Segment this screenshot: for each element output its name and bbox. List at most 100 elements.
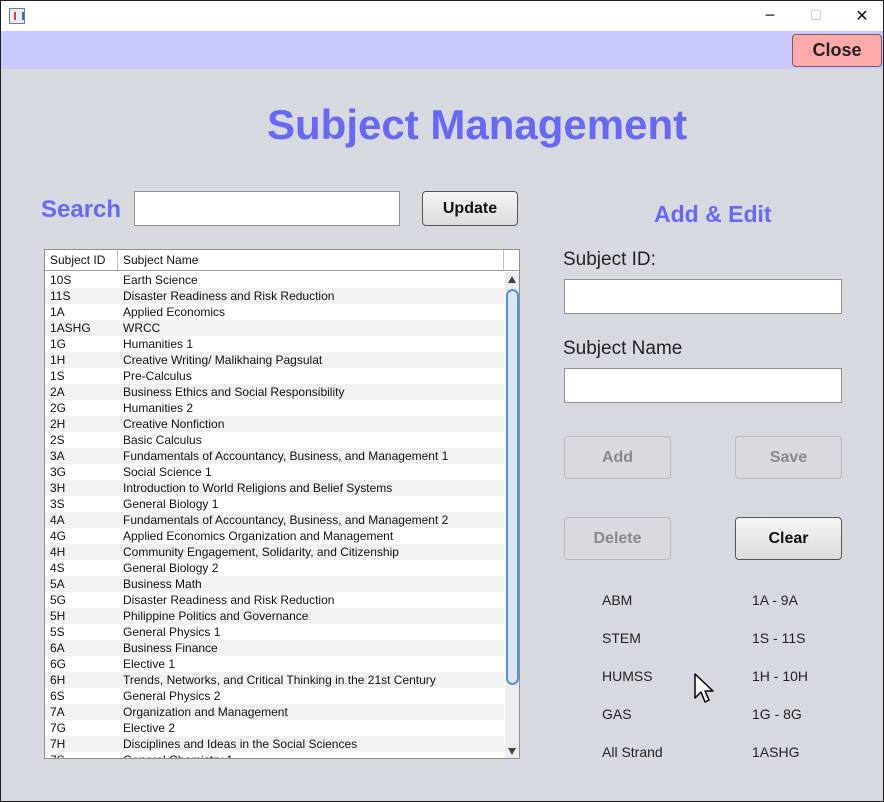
table-row[interactable]: 2H Creative Nonfiction bbox=[45, 416, 504, 432]
search-input[interactable] bbox=[134, 191, 400, 226]
legend-item: HUMSS 1H - 10H bbox=[601, 665, 851, 703]
subject-name-cell: Disaster Readiness and Risk Reduction bbox=[123, 289, 335, 303]
table-row[interactable]: 6S General Physics 2 bbox=[45, 688, 504, 704]
legend-item: STEM 1S - 11S bbox=[601, 627, 851, 665]
subject-name-cell: General Biology 2 bbox=[123, 561, 219, 575]
table-row[interactable]: 1A Applied Economics bbox=[45, 304, 504, 320]
table-row[interactable]: 6H Trends, Networks, and Critical Thinkin… bbox=[45, 672, 504, 688]
subject-id-cell: 7S bbox=[50, 753, 65, 758]
subject-name-cell: General Chemistry 1 bbox=[123, 753, 233, 758]
legend-strand: ABM bbox=[602, 592, 633, 608]
subject-id-cell: 1S bbox=[50, 369, 65, 383]
subject-id-cell: 5G bbox=[50, 593, 67, 607]
table-row[interactable]: 2G Humanities 2 bbox=[45, 400, 504, 416]
table-row[interactable]: 3H Introduction to World Religions and Be… bbox=[45, 480, 504, 496]
add-edit-heading: Add & Edit bbox=[654, 201, 772, 227]
subject-name-field[interactable] bbox=[564, 368, 842, 403]
table-row[interactable]: 1ASHG WRCC bbox=[45, 320, 504, 336]
java-icon bbox=[9, 8, 25, 24]
table-row[interactable]: 7H Disciplines and Ideas in the Social Sc… bbox=[45, 736, 504, 752]
table-row[interactable]: 10S Earth Science bbox=[45, 272, 504, 288]
subject-name-cell: Disciplines and Ideas in the Social Scie… bbox=[123, 737, 358, 751]
subject-name-cell: Basic Calculus bbox=[123, 433, 202, 447]
legend-range: 1H - 10H bbox=[752, 668, 809, 684]
table-row[interactable]: 1G Humanities 1 bbox=[45, 336, 504, 352]
table-row[interactable]: 5S General Physics 1 bbox=[45, 624, 504, 640]
table-row[interactable]: 4H Community Engagement, Solidarity, and … bbox=[45, 544, 504, 560]
column-header-subject-name[interactable]: Subject Name bbox=[118, 250, 504, 271]
subject-id-cell: 1H bbox=[50, 353, 66, 367]
table-row[interactable]: 11S Disaster Readiness and Risk Reduction bbox=[45, 288, 504, 304]
scroll-down-icon[interactable] bbox=[508, 748, 516, 755]
subject-name-cell: Philippine Politics and Governance bbox=[123, 609, 309, 623]
table-row[interactable]: 7G Elective 2 bbox=[45, 720, 504, 736]
table-row[interactable]: 5H Philippine Politics and Governance bbox=[45, 608, 504, 624]
legend-item: GAS 1G - 8G bbox=[601, 703, 851, 741]
legend-strand: GAS bbox=[602, 706, 632, 722]
subject-name-cell: Business Finance bbox=[123, 641, 218, 655]
column-header-subject-id[interactable]: Subject ID bbox=[45, 250, 118, 271]
subject-id-field[interactable] bbox=[564, 279, 842, 314]
table-row[interactable]: 3G Social Science 1 bbox=[45, 464, 504, 480]
table-row[interactable]: 1H Creative Writing/ Malikhaing Pagsulat bbox=[45, 352, 504, 368]
table-row[interactable]: 5G Disaster Readiness and Risk Reduction bbox=[45, 592, 504, 608]
table-row[interactable]: 3S General Biology 1 bbox=[45, 496, 504, 512]
legend-item: ABM 1A - 9A bbox=[601, 589, 851, 627]
delete-button[interactable]: Delete bbox=[564, 517, 671, 560]
table-row[interactable]: 6G Elective 1 bbox=[45, 656, 504, 672]
subject-id-cell: 11S bbox=[50, 289, 71, 303]
vertical-scrollbar[interactable] bbox=[505, 272, 519, 758]
window-close-button[interactable]: ✕ bbox=[839, 1, 884, 31]
legend-strand: STEM bbox=[602, 630, 641, 646]
table-row[interactable]: 4S General Biology 2 bbox=[45, 560, 504, 576]
subject-id-cell: 2S bbox=[50, 433, 65, 447]
subject-id-cell: 6G bbox=[50, 657, 67, 671]
subject-name-cell: Applied Economics bbox=[123, 305, 226, 319]
table-row[interactable]: 1S Pre-Calculus bbox=[45, 368, 504, 384]
subject-id-cell: 2A bbox=[50, 385, 65, 399]
subject-name-cell: Elective 2 bbox=[123, 721, 176, 735]
page-title: Subject Management bbox=[267, 101, 688, 148]
table-header: Subject ID Subject Name bbox=[45, 250, 519, 271]
table-row[interactable]: 7A Organization and Management bbox=[45, 704, 504, 720]
table-row[interactable]: 2S Basic Calculus bbox=[45, 432, 504, 448]
legend-range: 1S - 11S bbox=[752, 630, 806, 646]
subject-id-cell: 5H bbox=[50, 609, 66, 623]
top-bar: Close bbox=[1, 31, 883, 69]
legend-strand: All Strand bbox=[602, 744, 663, 760]
subject-id-label: Subject ID: bbox=[563, 249, 656, 270]
table-row[interactable]: 4A Fundamentals of Accountancy, Business,… bbox=[45, 512, 504, 528]
scroll-up-icon[interactable] bbox=[508, 276, 516, 283]
subject-name-cell: Business Math bbox=[123, 577, 202, 591]
subject-name-cell: Earth Science bbox=[123, 273, 198, 287]
table-row[interactable]: 7S General Chemistry 1 bbox=[45, 752, 504, 758]
table-row[interactable]: 5A Business Math bbox=[45, 576, 504, 592]
subject-id-cell: 2H bbox=[50, 417, 66, 431]
subject-id-cell: 2G bbox=[50, 401, 67, 415]
subject-table[interactable]: Subject ID Subject Name 10S Earth Science… bbox=[44, 249, 520, 759]
subject-id-cell: 4G bbox=[50, 529, 67, 543]
close-button[interactable]: Close bbox=[792, 34, 882, 67]
subject-id-cell: 3A bbox=[50, 449, 65, 463]
subject-id-cell: 5A bbox=[50, 577, 65, 591]
update-button[interactable]: Update bbox=[422, 191, 518, 226]
clear-button[interactable]: Clear bbox=[735, 517, 842, 560]
scroll-thumb[interactable] bbox=[506, 289, 519, 685]
table-row[interactable]: 3A Fundamentals of Accountancy, Business,… bbox=[45, 448, 504, 464]
table-row[interactable]: 6A Business Finance bbox=[45, 640, 504, 656]
save-button[interactable]: Save bbox=[735, 436, 842, 479]
subject-name-cell: Humanities 1 bbox=[123, 337, 194, 351]
subject-id-cell: 4A bbox=[50, 513, 65, 527]
legend-range: 1A - 9A bbox=[752, 592, 798, 608]
add-button[interactable]: Add bbox=[564, 436, 671, 479]
subject-name-cell: General Physics 2 bbox=[123, 689, 221, 703]
table-row[interactable]: 4G Applied Economics Organization and Man… bbox=[45, 528, 504, 544]
subject-id-cell: 6S bbox=[50, 689, 65, 703]
table-row[interactable]: 2A Business Ethics and Social Responsibil… bbox=[45, 384, 504, 400]
minimize-button[interactable]: ─ bbox=[747, 1, 793, 31]
subject-name-cell: General Biology 1 bbox=[123, 497, 219, 511]
strand-legend: ABM 1A - 9A STEM 1S - 11S HUMSS 1H - 10H GAS 1G… bbox=[601, 589, 851, 779]
subject-id-cell: 6A bbox=[50, 641, 65, 655]
subject-id-cell: 6H bbox=[50, 673, 66, 687]
subject-id-cell: 5S bbox=[50, 625, 65, 639]
